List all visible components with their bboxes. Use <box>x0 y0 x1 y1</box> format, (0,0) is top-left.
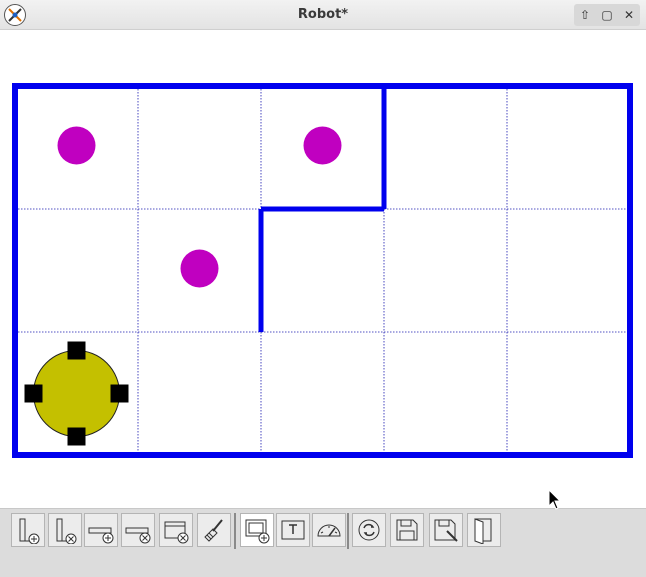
world-canvas[interactable] <box>0 30 646 508</box>
title-bar: Robot* ⇧ ▢ ✕ <box>0 0 646 30</box>
speed-gauge-button[interactable] <box>312 513 346 547</box>
save-button[interactable] <box>390 513 424 547</box>
window-title: Robot* <box>297 7 349 22</box>
save-as-icon <box>434 519 458 542</box>
save-as-button[interactable] <box>429 513 463 547</box>
toolbar-separator <box>234 513 236 549</box>
add-horizontal-wall-button[interactable] <box>84 513 118 547</box>
speed-gauge-icon <box>317 524 341 537</box>
open-door-button[interactable] <box>467 513 501 547</box>
add-ball-icon <box>245 519 270 544</box>
close-icon: ✕ <box>623 8 635 22</box>
window-controls: ⇧ ▢ ✕ <box>574 4 640 26</box>
remove-all-walls-button[interactable] <box>159 513 193 547</box>
reload-icon <box>358 519 380 541</box>
add-horizontal-wall-icon <box>88 527 114 544</box>
maximize-button[interactable]: ▢ <box>596 4 618 26</box>
reload-button[interactable] <box>352 513 386 547</box>
ball <box>303 126 342 165</box>
ball <box>57 126 96 165</box>
clear-brush-icon <box>204 519 223 542</box>
toolbar-separator <box>347 513 349 549</box>
text-ball-icon <box>281 520 305 540</box>
add-vertical-wall-icon <box>19 518 40 544</box>
save-icon <box>396 519 418 541</box>
remove-vertical-wall-icon <box>56 518 77 544</box>
remove-all-walls-icon <box>164 521 189 544</box>
close-button[interactable]: ✕ <box>618 4 640 26</box>
add-ball-button[interactable] <box>240 513 274 547</box>
open-door-icon <box>474 518 492 544</box>
robot-wheel <box>110 384 129 403</box>
clear-brush-button[interactable] <box>197 513 231 547</box>
remove-horizontal-wall-button[interactable] <box>121 513 155 547</box>
maximize-icon: ▢ <box>601 8 613 22</box>
robot-wheel <box>67 427 86 446</box>
text-ball-button[interactable] <box>276 513 310 547</box>
remove-vertical-wall-button[interactable] <box>48 513 82 547</box>
world-board[interactable] <box>0 30 646 508</box>
minimize-up-icon: ⇧ <box>579 8 591 22</box>
robot <box>33 350 120 437</box>
minimize-up-button[interactable]: ⇧ <box>574 4 596 26</box>
toolbar <box>0 508 646 577</box>
ball <box>180 249 219 288</box>
mouse-cursor-icon <box>548 488 562 515</box>
robot-wheel <box>67 341 86 360</box>
robot-wheel <box>24 384 43 403</box>
add-vertical-wall-button[interactable] <box>11 513 45 547</box>
remove-horizontal-wall-icon <box>125 527 151 544</box>
